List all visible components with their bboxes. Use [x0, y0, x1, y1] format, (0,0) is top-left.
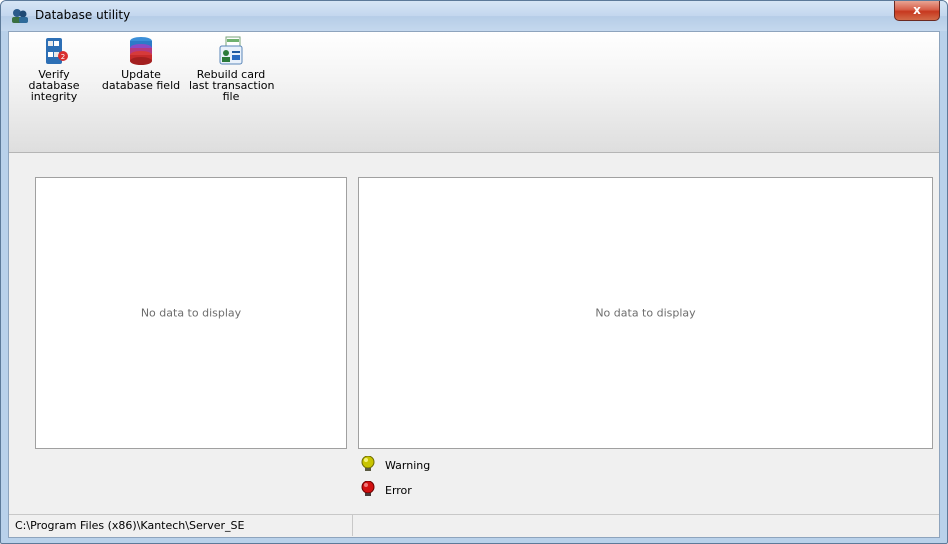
window-title: Database utility — [35, 8, 131, 22]
error-label: Error — [385, 484, 412, 497]
title-bar[interactable]: Database utility x — [1, 1, 947, 31]
app-icon — [12, 9, 28, 23]
rebuild-card-icon — [219, 36, 243, 65]
status-path: C:\Program Files (x86)\Kantech\Server_SE — [9, 515, 353, 536]
warning-bulb-icon — [361, 456, 375, 471]
tool-label-line: database field — [101, 79, 181, 92]
status-bar: C:\Program Files (x86)\Kantech\Server_SE — [9, 514, 939, 537]
empty-state-text: No data to display — [140, 306, 242, 320]
toolbar: 2 Verify database integrity Update datab… — [9, 32, 939, 153]
verify-database-icon: 2 — [46, 38, 68, 64]
database-utility-window: Database utility x 2 Verify database int… — [0, 0, 948, 544]
update-database-field-button[interactable]: Update database field — [97, 36, 185, 91]
update-database-icon — [130, 37, 152, 65]
svg-text:2: 2 — [61, 53, 65, 61]
close-button[interactable]: x — [894, 1, 940, 21]
left-data-panel[interactable]: No data to display — [35, 177, 347, 449]
tool-label-line: integrity — [30, 90, 78, 103]
close-icon: x — [913, 3, 921, 17]
error-bulb-icon — [361, 481, 375, 496]
rebuild-card-last-transaction-file-button[interactable]: Rebuild card last transaction file — [189, 36, 274, 103]
empty-state-text: No data to display — [595, 306, 696, 320]
warning-label: Warning — [385, 459, 431, 472]
verify-database-integrity-button[interactable]: 2 Verify database integrity — [23, 36, 85, 102]
tool-label-line: file — [222, 90, 240, 103]
right-data-panel[interactable]: No data to display — [358, 177, 933, 449]
client-area: 2 Verify database integrity Update datab… — [8, 31, 940, 538]
